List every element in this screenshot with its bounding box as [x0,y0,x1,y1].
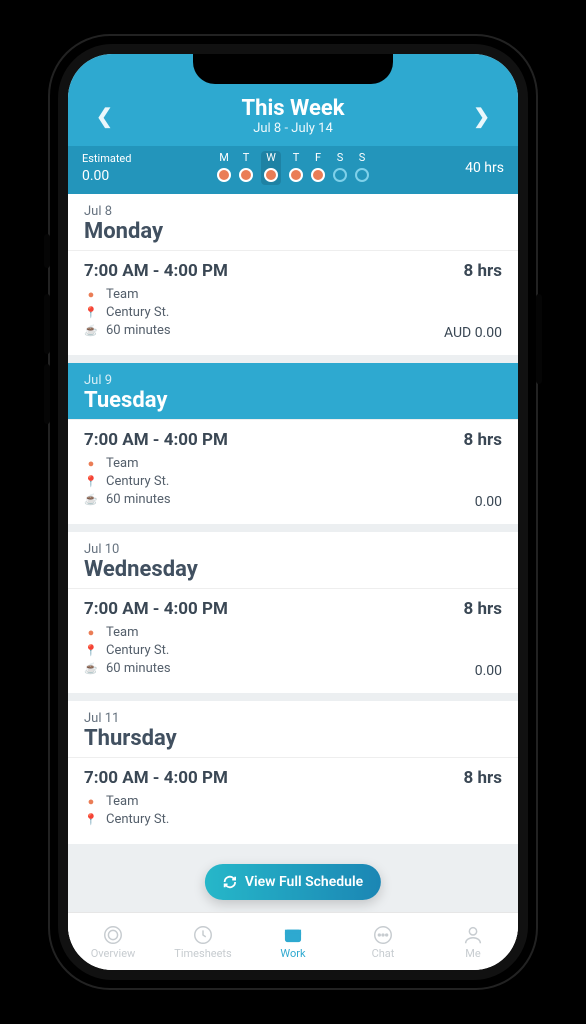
header-title: This Week [242,96,345,121]
schedule-list[interactable]: Jul 8Monday 7:00 AM - 4:00 PM 8 hrs ● Team 📍 C… [68,194,518,970]
tab-timesheets[interactable]: Timesheets [158,924,248,960]
tab-work[interactable]: Work [248,924,338,960]
shift-time: 7:00 AM - 4:00 PM [84,599,228,619]
break-icon: ☕ [84,662,98,675]
shift-location: Century St. [106,474,169,489]
team-icon: ● [84,795,98,808]
week-day-dot[interactable]: F [311,151,325,185]
shift-time: 7:00 AM - 4:00 PM [84,768,228,788]
shift-break: 60 minutes [106,661,171,676]
location-icon: 📍 [84,813,98,826]
shift-team: Team [106,287,139,302]
week-day-dot[interactable]: T [289,151,303,185]
day-header: Jul 11Thursday [68,701,518,757]
shift-break: 60 minutes [106,492,171,507]
shift-card[interactable]: 7:00 AM - 4:00 PM 8 hrs ● Team 📍 Century St. ☕… [68,588,518,693]
shift-break: 60 minutes [106,323,171,338]
team-icon: ● [84,457,98,470]
day-header: Jul 8Monday [68,194,518,250]
shift-card[interactable]: 7:00 AM - 4:00 PM 8 hrs ● Team 📍 Century St. ☕… [68,250,518,355]
day-date: Jul 9 [84,373,502,388]
day-name: Wednesday [84,557,502,582]
shift-time: 7:00 AM - 4:00 PM [84,430,228,450]
day-block: Jul 9Tuesday 7:00 AM - 4:00 PM 8 hrs ● Team 📍… [68,363,518,524]
tab-overview[interactable]: Overview [68,924,158,960]
week-day-dot[interactable]: S [355,151,369,185]
overview-icon [102,924,124,946]
tab-label: Work [248,947,338,960]
tab-label: Chat [338,947,428,960]
refresh-icon [223,875,237,889]
team-icon: ● [84,288,98,301]
day-block: Jul 8Monday 7:00 AM - 4:00 PM 8 hrs ● Team 📍 C… [68,194,518,355]
shift-team: Team [106,456,139,471]
location-icon: 📍 [84,306,98,319]
shift-hours: 8 hrs [464,430,502,450]
tab-chat[interactable]: Chat [338,924,428,960]
next-week-button[interactable]: ❯ [473,104,490,128]
tab-label: Timesheets [158,947,248,960]
day-header: Jul 9Tuesday [68,363,518,419]
week-day-dot[interactable]: T [239,151,253,185]
break-icon: ☕ [84,324,98,337]
shift-time: 7:00 AM - 4:00 PM [84,261,228,281]
shift-location: Century St. [106,812,169,827]
week-day-dot[interactable]: S [333,151,347,185]
break-icon: ☕ [84,493,98,506]
shift-hours: 8 hrs [464,261,502,281]
view-full-schedule-label: View Full Schedule [245,874,363,890]
shift-card[interactable]: 7:00 AM - 4:00 PM 8 hrs ● Team 📍 Century St. [68,757,518,844]
day-block: Jul 10Wednesday 7:00 AM - 4:00 PM 8 hrs ● Te… [68,532,518,693]
week-day-dot[interactable]: W [261,151,281,185]
tab-label: Me [428,947,518,960]
week-day-dot[interactable]: M [217,151,231,185]
shift-card[interactable]: 7:00 AM - 4:00 PM 8 hrs ● Team 📍 Century St. ☕… [68,419,518,524]
day-block: Jul 11Thursday 7:00 AM - 4:00 PM 8 hrs ● Tea… [68,701,518,844]
day-header: Jul 10Wednesday [68,532,518,588]
week-summary-bar: Estimated 0.00 MTWTFSS 40 hrs [68,146,518,194]
day-name: Monday [84,219,502,244]
timesheets-icon [192,924,214,946]
chat-icon [372,924,394,946]
tab-label: Overview [68,947,158,960]
shift-hours: 8 hrs [464,768,502,788]
header-subtitle: Jul 8 - July 14 [242,121,345,136]
location-icon: 📍 [84,475,98,488]
estimated-value: 0.00 [82,168,109,184]
shift-location: Century St. [106,643,169,658]
shift-cost: 0.00 [475,494,502,510]
team-icon: ● [84,626,98,639]
prev-week-button[interactable]: ❮ [96,104,113,128]
day-date: Jul 11 [84,711,502,726]
day-date: Jul 8 [84,204,502,219]
day-date: Jul 10 [84,542,502,557]
shift-hours: 8 hrs [464,599,502,619]
work-icon [282,924,304,946]
location-icon: 📍 [84,644,98,657]
day-name: Tuesday [84,388,502,413]
view-full-schedule-button[interactable]: View Full Schedule [205,864,381,900]
shift-team: Team [106,794,139,809]
estimated-label: Estimated [82,152,131,165]
shift-team: Team [106,625,139,640]
shift-cost: 0.00 [475,663,502,679]
me-icon [462,924,484,946]
week-day-dots: MTWTFSS [217,151,369,185]
shift-location: Century St. [106,305,169,320]
day-name: Thursday [84,726,502,751]
tab-bar: OverviewTimesheetsWorkChatMe [68,912,518,970]
tab-me[interactable]: Me [428,924,518,960]
week-total-hours: 40 hrs [465,160,504,176]
shift-cost: AUD 0.00 [444,325,502,341]
